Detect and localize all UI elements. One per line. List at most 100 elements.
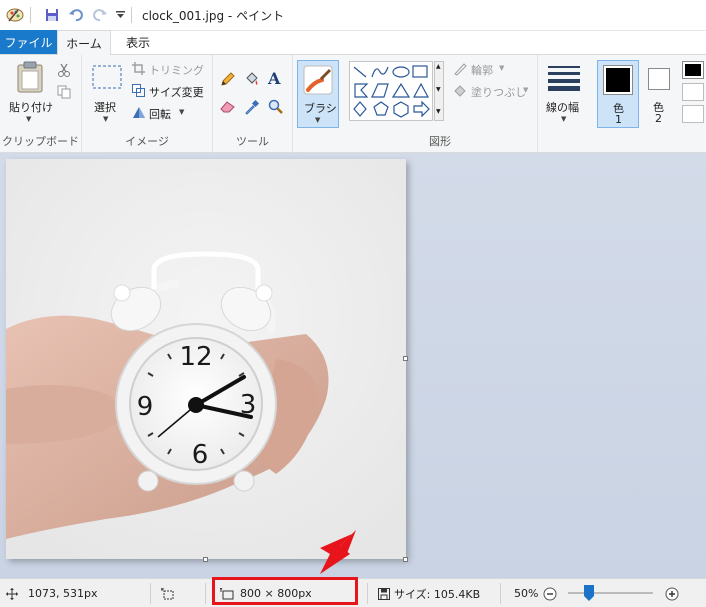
crop-button[interactable]: トリミング — [132, 61, 212, 77]
svg-text:9: 9 — [137, 392, 154, 422]
tools-group: A ツール — [213, 55, 293, 153]
svg-text:12: 12 — [179, 342, 212, 372]
zoom-in-icon — [665, 587, 679, 600]
chevron-down-icon: ▼ — [523, 86, 529, 94]
shapes-icon-grid — [353, 65, 430, 118]
ribbon-home: 貼り付け ▼ クリップボード 選択 ▼ トリミング サイズ変更 回転 ▼ イメー… — [0, 55, 706, 153]
svg-text:6: 6 — [192, 440, 209, 470]
image-group: 選択 ▼ トリミング サイズ変更 回転 ▼ イメージ — [82, 55, 213, 153]
tab-home[interactable]: ホーム — [57, 30, 111, 55]
palette-swatch-white[interactable] — [682, 83, 704, 101]
zoom-slider-thumb[interactable] — [584, 585, 594, 601]
cut-icon[interactable] — [57, 63, 71, 80]
outline-button[interactable]: 輪郭 ▼ — [453, 61, 533, 77]
color2-button[interactable]: 色 2 — [642, 60, 676, 128]
color1-number: 1 — [615, 113, 622, 126]
divider — [131, 7, 132, 23]
paste-button[interactable]: 貼り付け ▼ — [6, 59, 53, 129]
save-icon[interactable] — [43, 6, 61, 24]
divider — [150, 583, 151, 604]
group-label-clipboard: クリップボード — [2, 135, 79, 148]
fill-button[interactable]: 塗りつぶし ▼ — [453, 83, 537, 99]
file-size-text: サイズ: 105.4KB — [394, 587, 481, 601]
rotate-icon — [133, 107, 145, 118]
line-width-icon — [548, 66, 580, 91]
shapes-gallery[interactable] — [349, 61, 433, 121]
outline-icon — [454, 63, 467, 76]
canvas-area[interactable]: 12 3 6 9 — [0, 153, 706, 578]
eraser-icon[interactable] — [220, 99, 236, 116]
group-label-tools: ツール — [236, 135, 269, 148]
zoom-in-button[interactable] — [665, 579, 679, 607]
color1-button[interactable]: 色 1 — [597, 60, 639, 128]
clipboard-icon — [17, 61, 43, 93]
chevron-down-icon: ▼ — [315, 116, 321, 124]
zoom-level-text: 50% — [514, 587, 539, 600]
customize-qat-icon[interactable] — [115, 6, 125, 24]
resize-handle-corner[interactable] — [403, 557, 408, 562]
brush-button[interactable]: ブラシ ▼ — [297, 60, 339, 128]
zoom-level: 50% — [514, 579, 538, 607]
divider — [205, 583, 206, 604]
color-picker-icon[interactable] — [244, 99, 260, 118]
redo-icon[interactable] — [91, 6, 109, 24]
red-arrow-icon — [320, 530, 356, 574]
brush-icon — [303, 65, 333, 95]
size-group: 線の幅 ▼ — [538, 55, 592, 153]
divider — [500, 583, 501, 604]
shapes-scrollbar[interactable]: ▲ ▼ ▼ — [434, 61, 444, 121]
color2-swatch — [648, 68, 670, 90]
disk-icon — [378, 587, 390, 600]
resize-label: サイズ変更 — [149, 86, 204, 99]
size-button[interactable]: 線の幅 ▼ — [542, 59, 588, 129]
text-tool-icon[interactable]: A — [268, 69, 280, 88]
zoom-slider-track[interactable] — [568, 592, 653, 594]
selection-size — [161, 579, 175, 607]
cursor-position-text: 1073, 531px — [28, 587, 98, 600]
resize-handle-bottom[interactable] — [203, 557, 208, 562]
magnifier-icon[interactable] — [268, 99, 284, 118]
group-label-image: イメージ — [125, 135, 169, 148]
undo-icon[interactable] — [67, 6, 85, 24]
clock-photo-image: 12 3 6 9 — [6, 159, 406, 559]
chevron-down-icon: ▼ — [103, 115, 109, 123]
color1-swatch — [606, 68, 630, 92]
select-button[interactable]: 選択 ▼ — [86, 59, 128, 129]
window-title: clock_001.jpg - ペイント — [142, 8, 285, 23]
crop-label: トリミング — [149, 64, 204, 77]
image-canvas[interactable]: 12 3 6 9 — [6, 159, 406, 559]
brush-group: ブラシ ▼ — [293, 55, 343, 153]
palette-swatch-black[interactable] — [682, 61, 704, 79]
shapes-group: ▲ ▼ ▼ 輪郭 ▼ 塗りつぶし ▼ 図形 — [343, 55, 538, 153]
highlight-box — [212, 577, 358, 605]
resize-button[interactable]: サイズ変更 — [132, 83, 212, 99]
resize-icon — [132, 84, 145, 97]
resize-handle-right[interactable] — [403, 356, 408, 361]
crosshair-icon — [6, 587, 18, 600]
outline-label: 輪郭 — [471, 64, 493, 77]
file-size: サイズ: 105.4KB — [378, 579, 480, 607]
selection-size-icon — [161, 587, 174, 599]
pencil-icon[interactable] — [220, 71, 236, 90]
tab-file[interactable]: ファイル — [0, 30, 57, 54]
more-icon[interactable]: ▼ — [436, 108, 441, 115]
group-label-shapes: 図形 — [429, 135, 451, 148]
palette-swatch-empty[interactable] — [682, 105, 704, 123]
tab-view[interactable]: 表示 — [111, 30, 165, 54]
chevron-down-icon: ▼ — [499, 64, 505, 72]
fill-bucket-icon[interactable] — [244, 71, 260, 90]
rotate-label: 回転 — [149, 108, 171, 121]
chevron-down-icon: ▼ — [26, 115, 32, 123]
rotate-button[interactable]: 回転 ▼ — [132, 105, 212, 121]
chevron-up-icon[interactable]: ▲ — [436, 63, 441, 70]
size-label: 線の幅 — [546, 101, 579, 114]
chevron-down-icon: ▼ — [561, 115, 567, 123]
chevron-down-icon: ▼ — [179, 108, 185, 116]
copy-icon[interactable] — [57, 85, 71, 102]
fill-icon — [454, 85, 466, 97]
color1-swatch-frame — [603, 65, 633, 95]
zoom-out-button[interactable] — [543, 579, 557, 607]
brush-label: ブラシ — [304, 102, 337, 115]
chevron-down-icon[interactable]: ▼ — [436, 86, 441, 93]
paint-app-icon[interactable] — [6, 6, 24, 24]
